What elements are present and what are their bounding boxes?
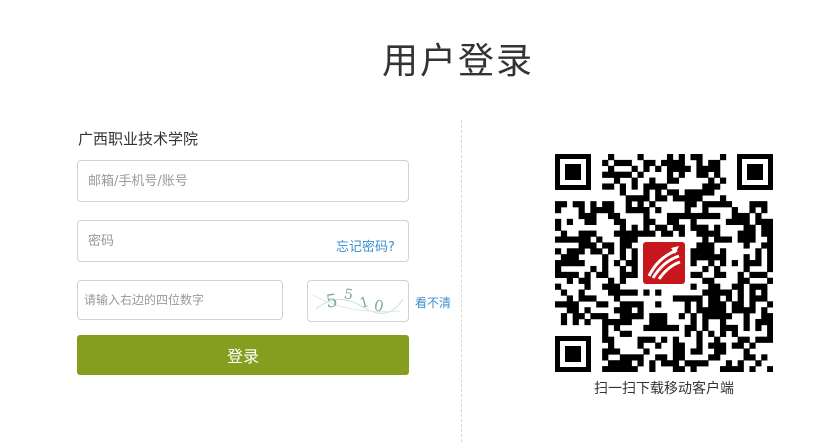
qr-caption: 扫一扫下载移动客户端 bbox=[594, 381, 734, 397]
captcha-noise bbox=[312, 294, 404, 314]
divider bbox=[461, 120, 462, 442]
page-title: 用户登录 bbox=[381, 41, 534, 82]
login-button[interactable]: 登录 bbox=[77, 335, 409, 375]
forgot-password-link[interactable]: 忘记密码? bbox=[336, 236, 395, 255]
refresh-captcha-link[interactable]: 看不清 bbox=[415, 294, 451, 311]
school-name: 广西职业技术学院 bbox=[78, 130, 199, 148]
password-input[interactable] bbox=[78, 221, 328, 261]
xuexitong-logo-icon bbox=[641, 240, 687, 286]
account-input[interactable] bbox=[78, 161, 408, 201]
account-field[interactable] bbox=[77, 160, 409, 202]
captcha-image[interactable]: 5 5 1 0 bbox=[307, 280, 409, 322]
captcha-field[interactable] bbox=[77, 280, 283, 320]
captcha-input[interactable] bbox=[78, 281, 282, 319]
